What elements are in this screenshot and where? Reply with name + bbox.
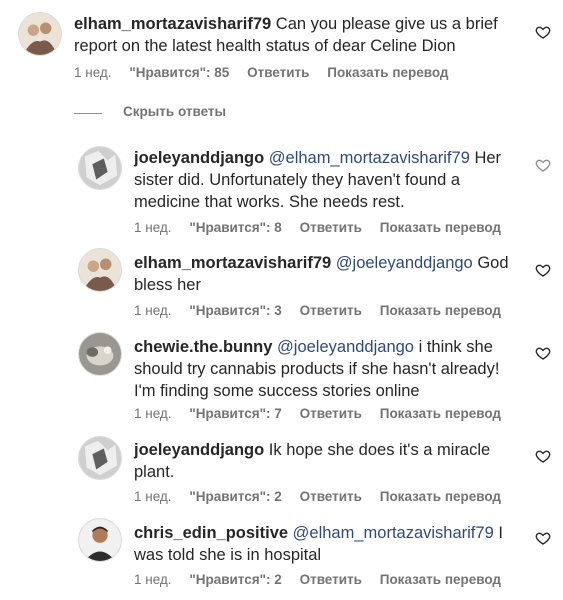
comment-time[interactable]: 1 нед. (134, 572, 172, 587)
comment-mention[interactable]: @joeleyanddjango (277, 338, 414, 356)
like-heart-icon[interactable] (535, 24, 551, 40)
comment-time[interactable]: 1 нед. (134, 303, 172, 318)
comment-meta: 1 нед. "Нравится": 7 Ответить Показать п… (134, 406, 515, 421)
comment-username[interactable]: joeleyanddjango (134, 441, 264, 459)
translate-button[interactable]: Показать перевод (380, 489, 501, 504)
comment-meta: 1 нед. "Нравится": 8 Ответить Показать п… (134, 220, 515, 235)
translate-button[interactable]: Показать перевод (380, 220, 501, 235)
comment-mention[interactable]: @elham_mortazavisharif79 (269, 149, 470, 167)
comment-likes[interactable]: "Нравится": 85 (129, 65, 229, 80)
like-heart-icon[interactable] (535, 530, 551, 546)
avatar[interactable] (78, 146, 122, 190)
reply-button[interactable]: Ответить (300, 406, 362, 421)
comment-meta: 1 нед. "Нравится": 85 Ответить Показать … (74, 65, 463, 80)
avatar[interactable] (78, 248, 122, 292)
avatar[interactable] (78, 332, 122, 376)
comment-likes[interactable]: "Нравится": 3 (189, 303, 281, 318)
like-heart-icon[interactable] (535, 157, 551, 173)
comment-meta: 1 нед. "Нравится": 2 Ответить Показать п… (134, 572, 515, 587)
avatar[interactable] (78, 436, 122, 480)
translate-button[interactable]: Показать перевод (380, 572, 501, 587)
reply-button[interactable]: Ответить (300, 303, 362, 318)
comment-text: elham_mortazavisharif79 Can you please g… (74, 13, 514, 57)
comment-text: chewie.the.bunny @joeleyanddjango i thin… (134, 336, 524, 402)
hide-replies-divider (74, 113, 102, 114)
avatar[interactable] (18, 12, 62, 56)
comment-text: elham_mortazavisharif79 @joeleyanddjango… (134, 252, 524, 296)
comment-likes[interactable]: "Нравится": 7 (189, 406, 281, 421)
like-heart-icon[interactable] (535, 448, 551, 464)
comment-meta: 1 нед. "Нравится": 3 Ответить Показать п… (134, 303, 515, 318)
comment-time[interactable]: 1 нед. (134, 220, 172, 235)
comment-username[interactable]: elham_mortazavisharif79 (74, 15, 271, 33)
comment-username[interactable]: chewie.the.bunny (134, 338, 272, 356)
comment-text: chris_edin_positive @elham_mortazavishar… (134, 522, 524, 566)
like-heart-icon[interactable] (535, 345, 551, 361)
reply-button[interactable]: Ответить (247, 65, 309, 80)
comment-likes[interactable]: "Нравится": 8 (189, 220, 281, 235)
hide-replies-label: Скрыть ответы (123, 104, 227, 119)
comment-likes[interactable]: "Нравится": 2 (189, 572, 281, 587)
comment-meta: 1 нед. "Нравится": 2 Ответить Показать п… (134, 489, 515, 504)
like-heart-icon[interactable] (535, 262, 551, 278)
comment-time[interactable]: 1 нед. (134, 489, 172, 504)
comment-mention[interactable]: @joeleyanddjango (336, 254, 473, 272)
comment-username[interactable]: chris_edin_positive (134, 524, 288, 542)
reply-button[interactable]: Ответить (300, 489, 362, 504)
reply-button[interactable]: Ответить (300, 572, 362, 587)
avatar[interactable] (78, 518, 122, 562)
comment-time[interactable]: 1 нед. (74, 65, 112, 80)
translate-button[interactable]: Показать перевод (380, 406, 501, 421)
comment-text: joeleyanddjango @elham_mortazavisharif79… (134, 147, 504, 213)
comment-username[interactable]: elham_mortazavisharif79 (134, 254, 331, 272)
comment-text: joeleyanddjango Ik hope she does it's a … (134, 439, 514, 483)
translate-button[interactable]: Показать перевод (380, 303, 501, 318)
comment-time[interactable]: 1 нед. (134, 406, 172, 421)
comment-likes[interactable]: "Нравится": 2 (189, 489, 281, 504)
reply-button[interactable]: Ответить (300, 220, 362, 235)
comment-mention[interactable]: @elham_mortazavisharif79 (293, 524, 494, 542)
translate-button[interactable]: Показать перевод (327, 65, 448, 80)
comment-username[interactable]: joeleyanddjango (134, 149, 264, 167)
